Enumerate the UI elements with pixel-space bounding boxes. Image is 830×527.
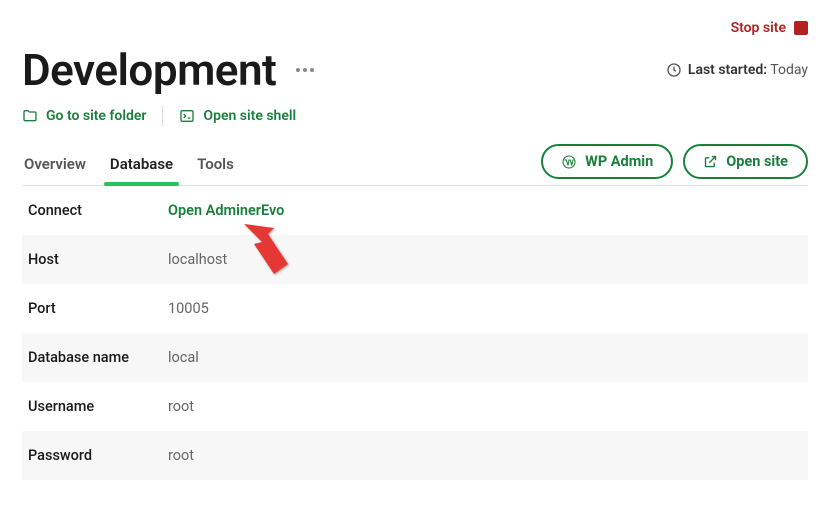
row-host: Host localhost (22, 235, 808, 284)
last-started-label: Last started: (688, 62, 767, 78)
last-started-value: Today (770, 62, 808, 78)
site-menu-button[interactable] (290, 62, 320, 78)
port-value: 10005 (168, 300, 209, 317)
row-username: Username root (22, 382, 808, 431)
folder-icon (22, 108, 38, 124)
go-to-folder-link[interactable]: Go to site folder (22, 108, 146, 124)
open-site-label: Open site (726, 153, 788, 170)
dbname-value: local (168, 349, 199, 366)
last-started: Last started: Today (666, 62, 808, 78)
username-label: Username (28, 398, 168, 415)
stop-icon (794, 21, 808, 35)
host-label: Host (28, 251, 168, 268)
host-value: localhost (168, 251, 227, 268)
terminal-icon (179, 108, 195, 124)
wp-admin-button[interactable]: WP Admin (541, 144, 673, 179)
stop-site-label: Stop site (731, 20, 786, 36)
divider (162, 106, 163, 126)
open-site-button[interactable]: Open site (683, 144, 808, 179)
connect-label: Connect (28, 202, 168, 219)
clock-icon (666, 62, 682, 78)
open-adminerevo-link[interactable]: Open AdminerEvo (168, 202, 284, 219)
site-title: Development (22, 44, 276, 96)
row-password: Password root (22, 431, 808, 480)
open-shell-link[interactable]: Open site shell (179, 108, 296, 124)
row-port: Port 10005 (22, 284, 808, 333)
username-value: root (168, 398, 194, 415)
port-label: Port (28, 300, 168, 317)
row-connect: Connect Open AdminerEvo (22, 186, 808, 235)
tab-tools[interactable]: Tools (195, 145, 236, 185)
wordpress-icon (561, 154, 577, 170)
open-shell-label: Open site shell (203, 108, 296, 124)
tab-overview[interactable]: Overview (22, 145, 88, 185)
wp-admin-label: WP Admin (585, 153, 653, 170)
stop-site-button[interactable]: Stop site (731, 20, 808, 36)
row-dbname: Database name local (22, 333, 808, 382)
go-to-folder-label: Go to site folder (46, 108, 146, 124)
password-value: root (168, 447, 194, 464)
external-link-icon (703, 154, 718, 169)
password-label: Password (28, 447, 168, 464)
tab-database[interactable]: Database (108, 145, 175, 185)
dbname-label: Database name (28, 349, 168, 366)
